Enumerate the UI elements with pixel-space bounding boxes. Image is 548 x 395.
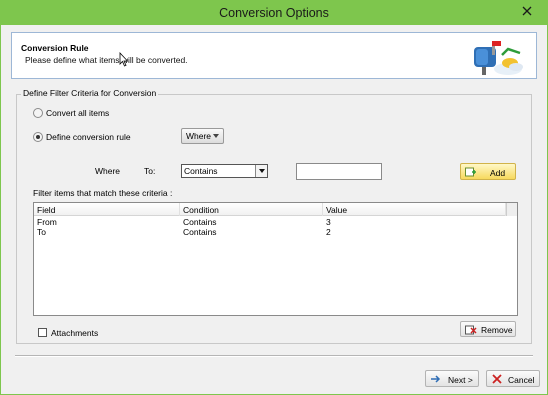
next-button-label: Next > <box>448 375 473 385</box>
cell-field: From <box>37 217 57 227</box>
cell-condition: Contains <box>183 227 217 237</box>
convert-all-radio[interactable] <box>33 108 43 118</box>
close-icon <box>522 6 532 16</box>
convert-all-label[interactable]: Convert all items <box>46 108 109 118</box>
criteria-list[interactable]: Field Condition Value From Contains 3 To… <box>33 202 518 316</box>
wizard-header: Conversion Rule Please define what items… <box>11 32 537 79</box>
where-dropdown-label: Where <box>186 131 212 141</box>
window-title: Conversion Options <box>219 6 329 20</box>
remove-button[interactable]: Remove <box>460 321 516 337</box>
attachments-label[interactable]: Attachments <box>51 328 98 338</box>
value-input[interactable] <box>296 163 382 180</box>
conversion-options-window: Conversion Options Conversion Rule Pleas… <box>0 0 548 395</box>
remove-button-label: Remove <box>481 325 513 335</box>
where-label: Where <box>95 166 121 176</box>
add-button[interactable]: Add <box>460 163 516 180</box>
dropdown-arrow-icon[interactable] <box>255 165 267 177</box>
column-header-condition[interactable]: Condition <box>180 203 323 216</box>
next-arrow-icon <box>431 375 441 383</box>
cell-value: 2 <box>326 227 331 237</box>
define-rule-label[interactable]: Define conversion rule <box>46 132 131 142</box>
cancel-x-icon <box>492 374 502 384</box>
cancel-button[interactable]: Cancel <box>486 370 540 387</box>
where-dropdown-button[interactable]: Where <box>181 128 224 144</box>
cell-field: To <box>37 227 46 237</box>
next-button[interactable]: Next > <box>425 370 479 387</box>
chevron-down-icon <box>213 134 219 138</box>
add-icon <box>465 167 476 177</box>
condition-select[interactable]: Contains <box>181 164 268 178</box>
footer-divider-highlight <box>15 356 533 357</box>
cell-value: 3 <box>326 217 331 227</box>
header-title: Conversion Rule <box>21 43 89 53</box>
mailbox-convert-icon <box>474 41 523 75</box>
mouse-cursor-icon <box>119 52 129 67</box>
define-rule-radio[interactable] <box>33 132 43 142</box>
attachments-checkbox[interactable] <box>38 328 47 337</box>
window-close-button[interactable] <box>517 1 537 21</box>
criteria-list-header: Field Condition Value <box>34 203 506 216</box>
header-subtitle: Please define what items will be convert… <box>25 55 188 65</box>
title-bar[interactable]: Conversion Options <box>1 1 547 25</box>
cell-condition: Contains <box>183 217 217 227</box>
column-header-field[interactable]: Field <box>34 203 180 216</box>
table-row[interactable]: To Contains 2 <box>34 227 506 238</box>
remove-icon <box>465 325 477 335</box>
cancel-button-label: Cancel <box>508 375 535 385</box>
filter-group-label: Define Filter Criteria for Conversion <box>21 88 159 98</box>
add-button-label: Add <box>490 168 506 178</box>
to-label: To: <box>144 166 156 176</box>
column-header-value[interactable]: Value <box>323 203 506 216</box>
list-scrollbar[interactable] <box>506 203 517 216</box>
criteria-label: Filter items that match these criteria : <box>33 188 173 198</box>
condition-select-value: Contains <box>184 166 218 176</box>
